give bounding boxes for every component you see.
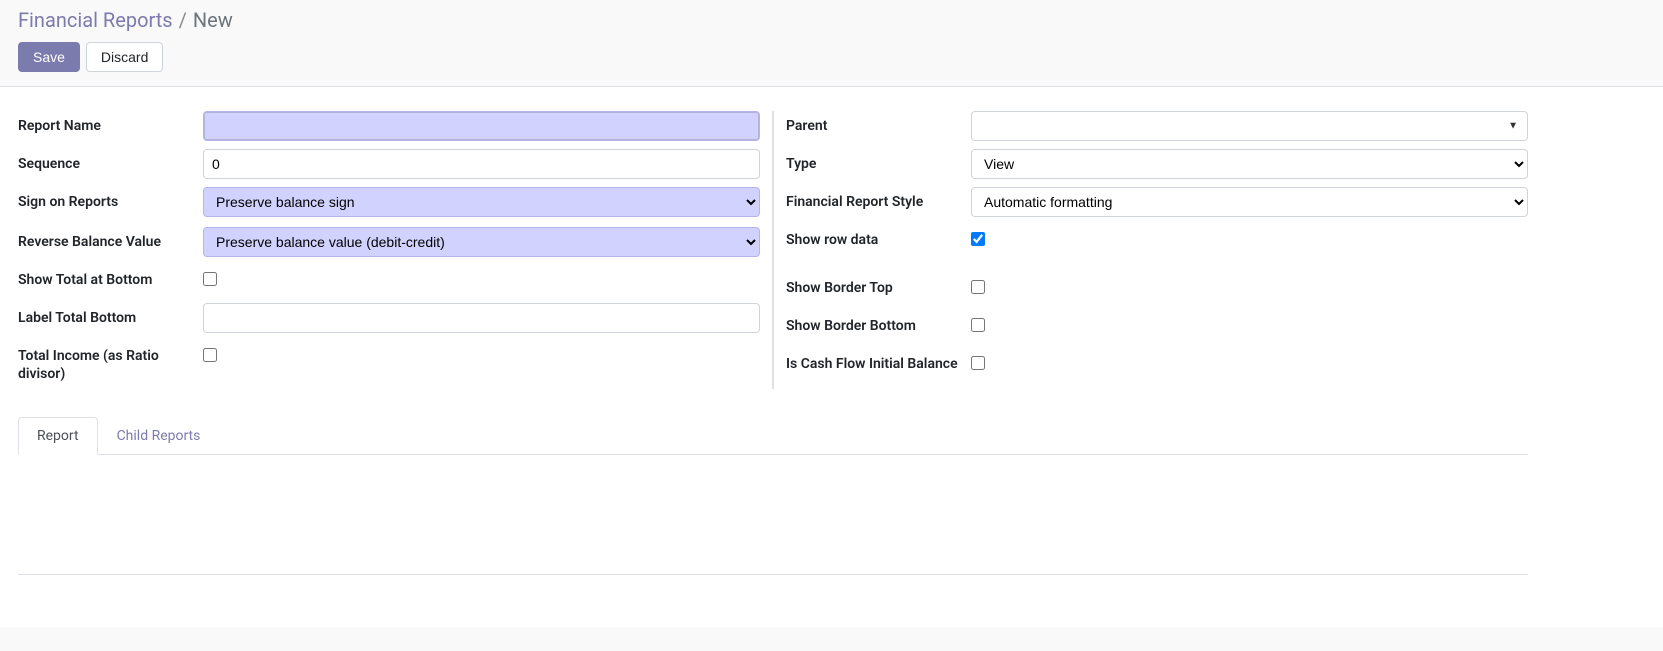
label-sequence: Sequence xyxy=(18,149,203,173)
label-show-border-top: Show Border Top xyxy=(786,273,971,297)
form-view: Report Name Sequence Sign on Reports xyxy=(0,87,1663,627)
label-is-cash-flow-initial: Is Cash Flow Initial Balance xyxy=(786,349,971,373)
is-cash-flow-initial-checkbox[interactable] xyxy=(971,356,985,370)
tab-report[interactable]: Report xyxy=(18,417,98,455)
type-select[interactable]: View xyxy=(971,149,1528,179)
label-show-row-data: Show row data xyxy=(786,225,971,249)
sequence-input[interactable] xyxy=(203,149,760,179)
breadcrumb-parent-link[interactable]: Financial Reports xyxy=(18,8,173,32)
sign-on-reports-select[interactable]: Preserve balance sign xyxy=(203,187,760,217)
label-total-income-ratio: Total Income (as Ratio divisor) xyxy=(18,341,203,383)
save-button[interactable]: Save xyxy=(18,42,80,72)
show-total-bottom-checkbox[interactable] xyxy=(203,272,217,286)
parent-input[interactable] xyxy=(971,111,1528,141)
financial-report-style-select[interactable]: Automatic formatting xyxy=(971,187,1528,217)
control-panel: Financial Reports / New Save Discard xyxy=(0,0,1663,87)
discard-button[interactable]: Discard xyxy=(86,42,163,72)
label-total-bottom-input[interactable] xyxy=(203,303,760,333)
reverse-balance-value-select[interactable]: Preserve balance value (debit-credit) xyxy=(203,227,760,257)
action-buttons: Save Discard xyxy=(18,42,1645,72)
breadcrumb-separator: / xyxy=(179,8,187,32)
left-column: Report Name Sequence Sign on Reports xyxy=(18,111,773,389)
notebook: Report Child Reports xyxy=(18,417,1528,575)
label-report-name: Report Name xyxy=(18,111,203,135)
label-show-border-bottom: Show Border Bottom xyxy=(786,311,971,335)
label-reverse-balance-value: Reverse Balance Value xyxy=(18,227,203,251)
breadcrumb: Financial Reports / New xyxy=(18,8,1645,32)
tab-bar: Report Child Reports xyxy=(18,417,1528,455)
show-border-bottom-checkbox[interactable] xyxy=(971,318,985,332)
label-parent: Parent xyxy=(786,111,971,135)
breadcrumb-current: New xyxy=(193,8,233,32)
label-show-total-bottom: Show Total at Bottom xyxy=(18,265,203,289)
show-row-data-checkbox[interactable] xyxy=(971,232,985,246)
label-sign-on-reports: Sign on Reports xyxy=(18,187,203,211)
label-financial-report-style: Financial Report Style xyxy=(786,187,971,211)
tab-child-reports[interactable]: Child Reports xyxy=(98,417,220,455)
label-type: Type xyxy=(786,149,971,173)
label-label-total-bottom: Label Total Bottom xyxy=(18,303,203,327)
tab-content-report xyxy=(18,455,1528,575)
right-column: Parent ▼ Type View Financial Repo xyxy=(773,111,1528,389)
total-income-ratio-checkbox[interactable] xyxy=(203,348,217,362)
show-border-top-checkbox[interactable] xyxy=(971,280,985,294)
report-name-input[interactable] xyxy=(203,111,760,141)
